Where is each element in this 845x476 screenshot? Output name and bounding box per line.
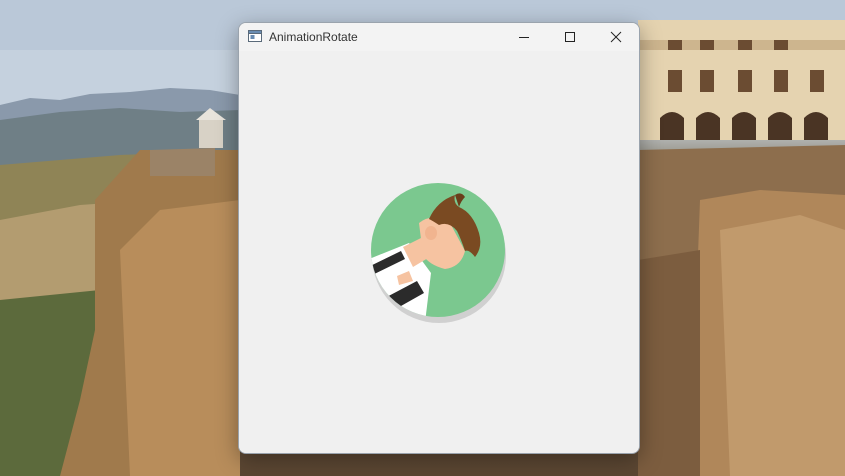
app-window: AnimationRotate xyxy=(238,22,640,454)
window-app-icon xyxy=(248,30,262,42)
close-icon xyxy=(610,31,622,43)
title-bar[interactable]: AnimationRotate xyxy=(239,23,639,51)
rotated-avatar-image xyxy=(371,183,506,323)
minimize-button[interactable] xyxy=(501,23,547,51)
client-area xyxy=(239,51,639,453)
maximize-button[interactable] xyxy=(547,23,593,51)
maximize-icon xyxy=(565,32,575,42)
minimize-icon xyxy=(519,37,529,38)
close-button[interactable] xyxy=(593,23,639,51)
window-title: AnimationRotate xyxy=(269,30,358,44)
